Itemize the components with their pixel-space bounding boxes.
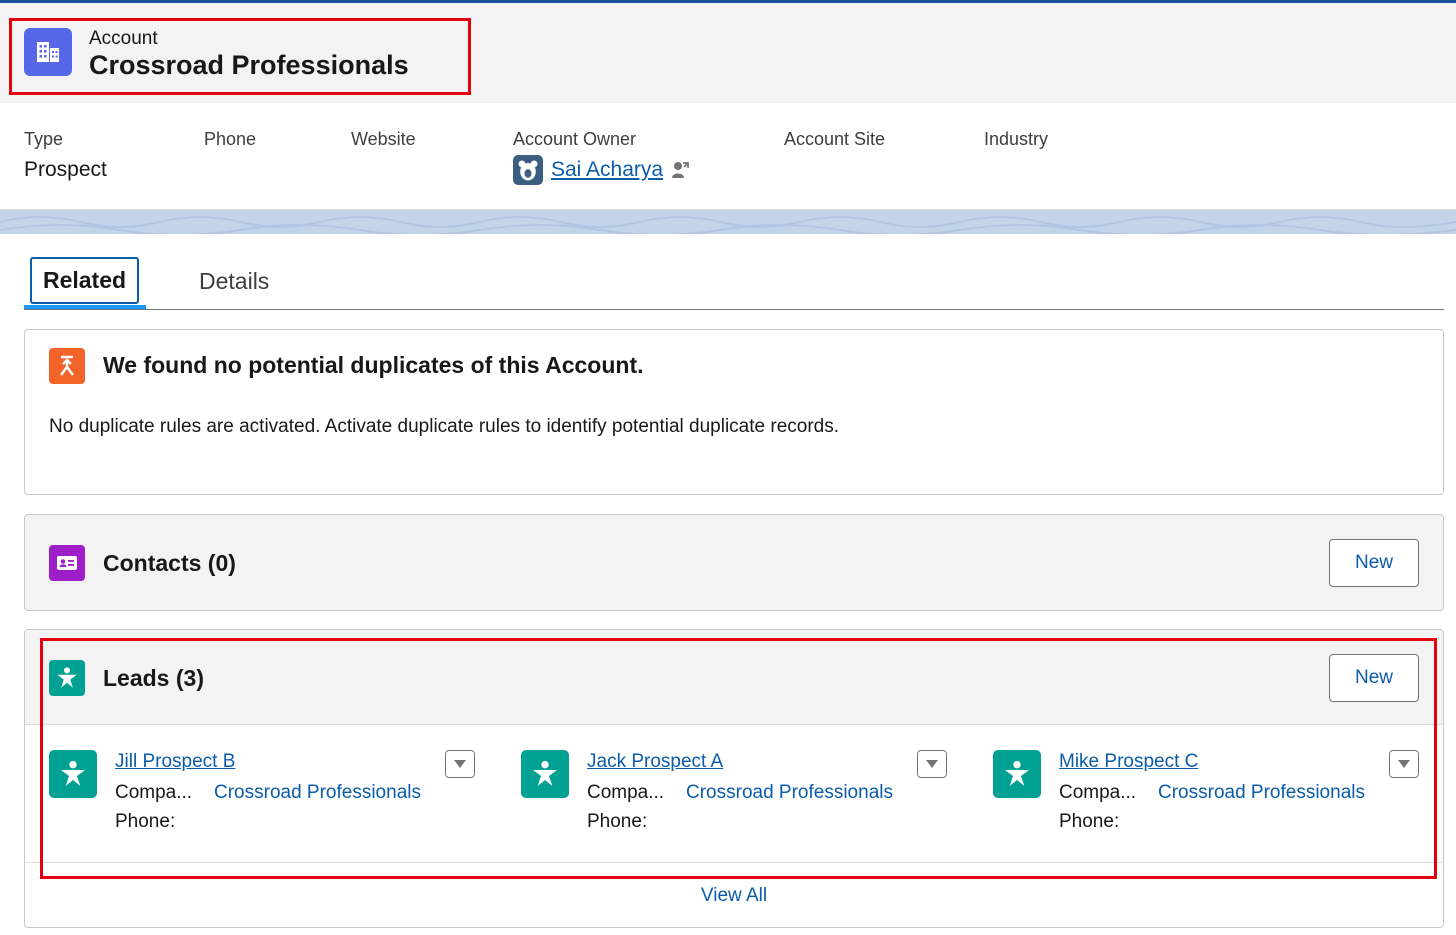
background-pattern [0,210,1456,236]
field-industry-label: Industry [984,129,1049,149]
highlight-box-title [9,18,471,95]
highlights-panel: Type Prospect Phone Website Account Owne… [0,103,1456,210]
duplicates-card: We found no potential duplicates of this… [24,329,1444,495]
tab-related[interactable]: Related [30,257,139,304]
field-website: Website [351,129,416,150]
contact-card-icon [49,545,85,581]
field-phone: Phone [204,129,256,150]
contacts-new-button[interactable]: New [1329,539,1419,587]
duplicates-message: No duplicate rules are activated. Activa… [49,416,840,437]
duplicates-title: We found no potential duplicates of this… [103,352,644,378]
owner-link[interactable]: Sai Acharya [551,158,663,182]
field-type-value: Prospect [24,158,107,181]
field-industry: Industry [984,129,1048,150]
field-phone-label: Phone [204,129,257,149]
tabs-divider [24,309,1444,310]
field-type-label: Type [24,129,64,149]
field-account-site-label: Account Site [784,129,886,149]
duplicate-merge-icon [49,348,85,384]
owner-row: Sai Acharya [513,155,689,185]
field-account-site: Account Site [784,129,885,150]
field-account-owner: Account Owner Sai Acharya [513,129,689,185]
tab-details[interactable]: Details [199,268,269,295]
field-account-owner-label: Account Owner [513,129,637,149]
field-website-label: Website [351,129,416,149]
leads-view-all-link[interactable]: View All [25,885,1443,907]
field-type: Type Prospect [24,129,107,182]
change-owner-icon[interactable] [671,160,689,180]
contacts-card: Contacts (0) New [24,514,1444,611]
highlight-box-leads [40,638,1437,879]
contacts-title[interactable]: Contacts (0) [103,550,236,577]
owner-avatar[interactable] [513,155,543,185]
